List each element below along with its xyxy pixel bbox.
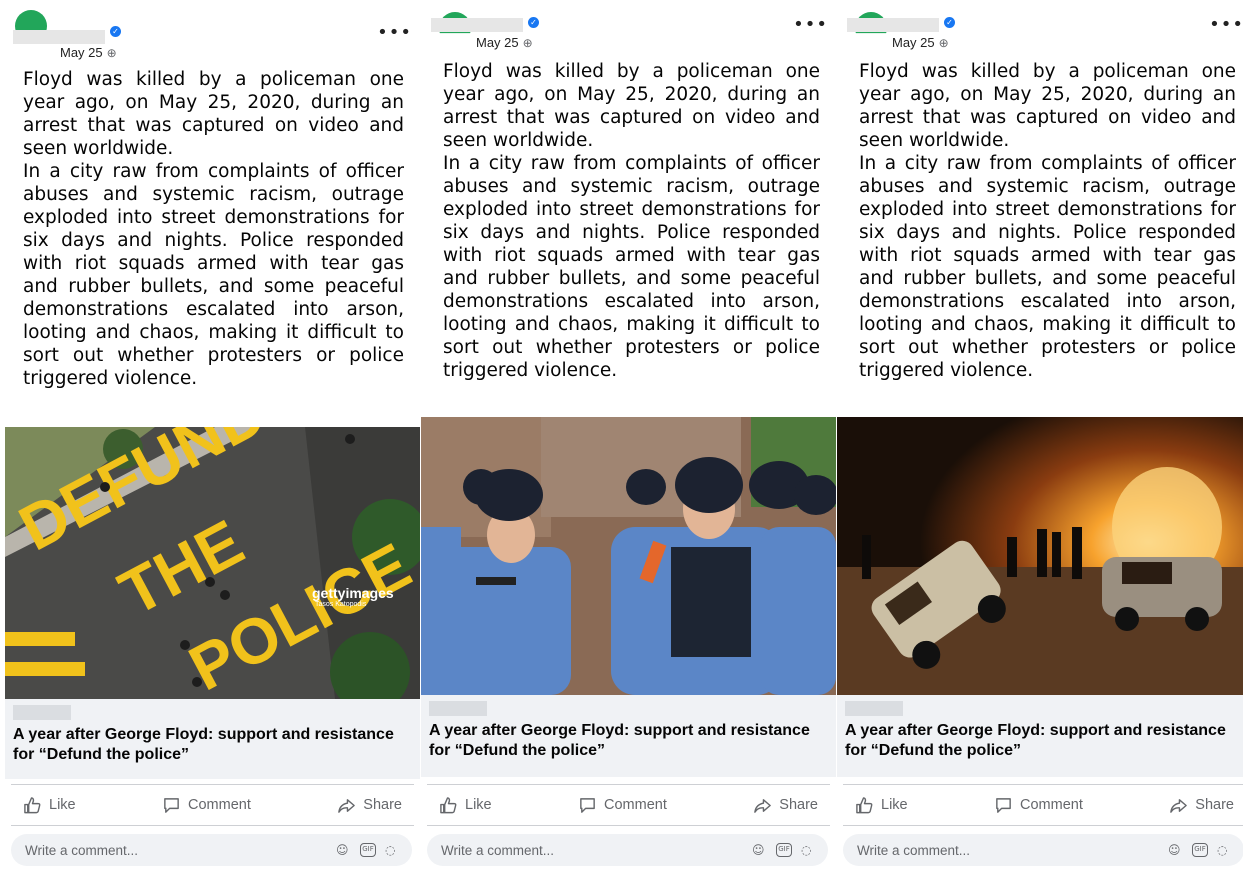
post-card: ✓ May 25 ⊕ ••• Floyd was killed by a poli… — [421, 0, 836, 884]
posts-row: ✓ May 25 ⊕ ••• Floyd was killed by a poli… — [0, 0, 1243, 884]
riot-police-illustration — [421, 417, 836, 695]
post-card: ✓ May 25 ⊕ ••• Floyd was killed by a poli… — [5, 0, 420, 884]
gif-icon[interactable]: GIF — [360, 843, 376, 857]
comment-icon — [164, 797, 179, 813]
post-date[interactable]: May 25 ⊕ — [892, 35, 949, 50]
more-icon[interactable]: ••• — [793, 14, 828, 35]
comment-tools: ☺ GIF ◌ — [752, 843, 816, 858]
like-label: Like — [465, 797, 492, 813]
more-icon[interactable]: ••• — [1209, 14, 1243, 35]
post-header: ✓ May 25 ⊕ ••• — [421, 0, 836, 52]
comment-input[interactable] — [439, 841, 752, 859]
post-actions: Like Comment Share — [427, 784, 830, 826]
share-icon — [1170, 798, 1188, 813]
verified-icon: ✓ — [110, 26, 121, 37]
post-text: Floyd was killed by a policeman one year… — [859, 60, 1236, 382]
post-image-defund-street[interactable]: DEFUND THE POLICE gettyimages Tasos Kato… — [5, 427, 420, 699]
post-card: ✓ May 25 ⊕ ••• Floyd was killed by a poli… — [837, 0, 1243, 884]
comment-input[interactable] — [855, 841, 1168, 859]
post-paragraph: In a city raw from complaints of officer… — [443, 153, 820, 381]
share-button[interactable]: Share — [1169, 796, 1234, 815]
gif-icon[interactable]: GIF — [1192, 843, 1208, 857]
emoji-icon[interactable]: ☺ — [1168, 843, 1183, 858]
comment-input[interactable] — [23, 841, 336, 859]
post-text: Floyd was killed by a policeman one year… — [23, 68, 404, 390]
sticker-icon[interactable]: ◌ — [1217, 843, 1232, 858]
comment-tools: ☺ GIF ◌ — [336, 843, 400, 858]
post-date-text: May 25 — [60, 45, 103, 60]
link-domain-redacted — [845, 701, 903, 716]
post-actions: Like Comment Share — [843, 784, 1243, 826]
more-icon[interactable]: ••• — [377, 22, 412, 43]
link-domain-redacted — [13, 705, 71, 720]
verified-icon: ✓ — [528, 17, 539, 28]
comment-button[interactable]: Comment — [162, 796, 251, 815]
post-actions: Like Comment Share — [11, 784, 414, 826]
emoji-icon[interactable]: ☺ — [752, 843, 767, 858]
link-preview[interactable]: A year after George Floyd: support and r… — [837, 695, 1243, 777]
post-date[interactable]: May 25 ⊕ — [60, 45, 117, 60]
comment-icon — [996, 797, 1011, 813]
share-icon — [754, 798, 772, 813]
link-preview[interactable]: A year after George Floyd: support and r… — [5, 699, 420, 779]
post-paragraph: In a city raw from complaints of officer… — [859, 153, 1236, 381]
comment-label: Comment — [188, 797, 251, 813]
globe-icon: ⊕ — [106, 46, 117, 60]
comment-button[interactable]: Comment — [578, 796, 667, 815]
like-label: Like — [881, 797, 908, 813]
author-name-redacted[interactable] — [13, 30, 105, 44]
comment-label: Comment — [1020, 797, 1083, 813]
post-paragraph: Floyd was killed by a policeman one year… — [23, 69, 404, 159]
gif-icon[interactable]: GIF — [776, 843, 792, 857]
globe-icon: ⊕ — [522, 36, 533, 50]
like-button[interactable]: Like — [439, 796, 492, 815]
comment-icon — [580, 797, 595, 813]
comment-bar: ☺ GIF ◌ — [427, 834, 828, 866]
post-date[interactable]: May 25 ⊕ — [476, 35, 533, 50]
like-button[interactable]: Like — [855, 796, 908, 815]
share-button[interactable]: Share — [337, 796, 402, 815]
share-label: Share — [779, 797, 818, 813]
author-name-redacted[interactable] — [431, 18, 523, 32]
emoji-icon[interactable]: ☺ — [336, 843, 351, 858]
getty-watermark: gettyimages — [312, 585, 394, 601]
post-paragraph: Floyd was killed by a policeman one year… — [859, 61, 1236, 151]
link-title[interactable]: A year after George Floyd: support and r… — [845, 721, 1242, 761]
comment-bar: ☺ GIF ◌ — [843, 834, 1243, 866]
sticker-icon[interactable]: ◌ — [385, 843, 400, 858]
verified-icon: ✓ — [944, 17, 955, 28]
getty-credit: Tasos Katopodis — [315, 601, 367, 608]
post-image-riot-police[interactable] — [421, 417, 836, 695]
author-name-redacted[interactable] — [847, 18, 939, 32]
share-button[interactable]: Share — [753, 796, 818, 815]
globe-icon: ⊕ — [938, 36, 949, 50]
like-icon — [440, 796, 457, 813]
sticker-icon[interactable]: ◌ — [801, 843, 816, 858]
link-preview[interactable]: A year after George Floyd: support and r… — [421, 695, 836, 777]
like-icon — [856, 796, 873, 813]
share-icon — [338, 798, 356, 813]
comment-bar: ☺ GIF ◌ — [11, 834, 412, 866]
comment-label: Comment — [604, 797, 667, 813]
link-title[interactable]: A year after George Floyd: support and r… — [13, 725, 410, 765]
post-paragraph: Floyd was killed by a policeman one year… — [443, 61, 820, 151]
like-label: Like — [49, 797, 76, 813]
post-image-burning-cars[interactable] — [837, 417, 1243, 695]
post-paragraph: In a city raw from complaints of officer… — [23, 161, 404, 389]
link-domain-redacted — [429, 701, 487, 716]
street-mural-illustration: DEFUND THE POLICE — [5, 427, 420, 699]
comment-tools: ☺ GIF ◌ — [1168, 843, 1232, 858]
share-label: Share — [1195, 797, 1234, 813]
like-icon — [24, 796, 41, 813]
link-title[interactable]: A year after George Floyd: support and r… — [429, 721, 826, 761]
like-button[interactable]: Like — [23, 796, 76, 815]
comment-button[interactable]: Comment — [994, 796, 1083, 815]
post-date-text: May 25 — [476, 35, 519, 50]
post-header: ✓ May 25 ⊕ ••• — [837, 0, 1243, 52]
burning-cars-illustration — [837, 417, 1243, 695]
share-label: Share — [363, 797, 402, 813]
post-header: ✓ May 25 ⊕ ••• — [5, 0, 420, 60]
post-text: Floyd was killed by a policeman one year… — [443, 60, 820, 382]
post-date-text: May 25 — [892, 35, 935, 50]
